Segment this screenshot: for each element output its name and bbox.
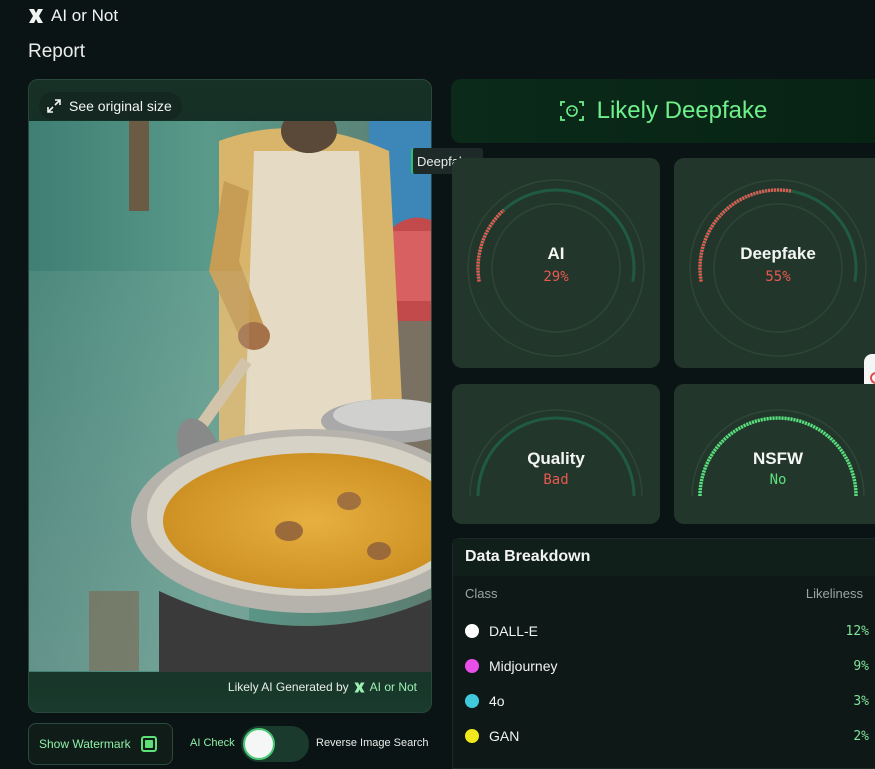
brand-name: AI or Not <box>51 6 119 25</box>
toggle-knob[interactable] <box>243 728 275 760</box>
breakdown-row: 4o 3% <box>465 691 869 711</box>
nsfw-gauge-card: NSFW No <box>674 384 875 524</box>
gauge-inner-ring <box>713 203 843 333</box>
gauge-outer-ring <box>689 179 867 357</box>
class-color-dot <box>465 694 479 708</box>
class-name: Midjourney <box>489 658 558 674</box>
quality-gauge-title: Quality <box>527 449 585 468</box>
class-likeliness: 12% <box>845 623 869 639</box>
quality-gauge-card: Quality Bad <box>452 384 660 524</box>
class-color-dot <box>465 729 479 743</box>
show-watermark-label: Show Watermark <box>39 737 131 751</box>
class-likeliness: 2% <box>853 728 869 744</box>
see-original-size-label: See original size <box>69 98 172 114</box>
data-breakdown-panel: Data Breakdown Class Likeliness DALL-E 1… <box>452 538 875 769</box>
quality-gauge-value: Bad <box>543 472 569 488</box>
ai-gauge-title: AI <box>547 244 565 263</box>
brand-logo[interactable]: AI or Not <box>27 6 118 26</box>
watermark-checkbox[interactable] <box>140 736 157 752</box>
attribution-brand[interactable]: AI or Not <box>370 680 417 694</box>
data-breakdown-column-headers: Class Likeliness <box>453 576 875 601</box>
class-name: DALL-E <box>489 623 539 639</box>
class-name: GAN <box>489 728 520 744</box>
likeliness-column-header: Likeliness <box>805 586 863 601</box>
page-title: Report <box>28 41 86 62</box>
verdict-label: Likely Deepfake <box>596 97 768 124</box>
gauge-inner-ring <box>491 203 621 333</box>
class-likeliness: 9% <box>853 658 869 674</box>
image-preview-card: See original size Likely AI Generated by… <box>28 79 432 713</box>
reverse-image-search-label[interactable]: Reverse Image Search <box>316 737 429 749</box>
ai-gauge-value: 29% <box>543 269 569 285</box>
data-breakdown-title: Data Breakdown <box>453 539 875 576</box>
attribution-text: Likely AI Generated by <box>227 680 349 694</box>
deepfake-gauge-title: Deepfake <box>740 244 816 263</box>
attribution: Likely AI Generated by AI or Not <box>228 680 417 694</box>
nsfw-gauge-title: NSFW <box>752 449 804 468</box>
deepfake-gauge-card: Deepfake 55% <box>674 158 875 368</box>
deepfake-gauge-value: 55% <box>765 269 791 285</box>
show-watermark-button[interactable]: Show Watermark <box>28 723 173 765</box>
class-column-header: Class <box>465 586 498 601</box>
expand-icon <box>47 99 61 113</box>
nsfw-gauge-value: No <box>769 472 787 488</box>
breakdown-row: Midjourney 9% <box>465 656 869 676</box>
see-original-size-button[interactable]: See original size <box>39 92 182 120</box>
breakdown-row: DALL-E 12% <box>465 621 869 641</box>
verdict-banner: Likely Deepfake <box>451 79 875 143</box>
class-name: 4o <box>489 693 505 709</box>
breakdown-row: GAN 2% <box>465 726 869 746</box>
class-color-dot <box>465 624 479 638</box>
ai-or-not-small-logo-icon <box>354 681 365 693</box>
ai-gauge-card: AI 29% <box>452 158 660 368</box>
class-color-dot <box>465 659 479 673</box>
gauge-outer-ring <box>467 179 645 357</box>
ai-check-label: AI Check <box>190 737 235 749</box>
class-likeliness: 3% <box>853 693 869 709</box>
analyzed-photo <box>29 121 431 672</box>
ai-check-toggle[interactable] <box>241 726 309 762</box>
ai-or-not-logo-icon <box>29 9 43 23</box>
face-scan-icon <box>559 101 584 121</box>
